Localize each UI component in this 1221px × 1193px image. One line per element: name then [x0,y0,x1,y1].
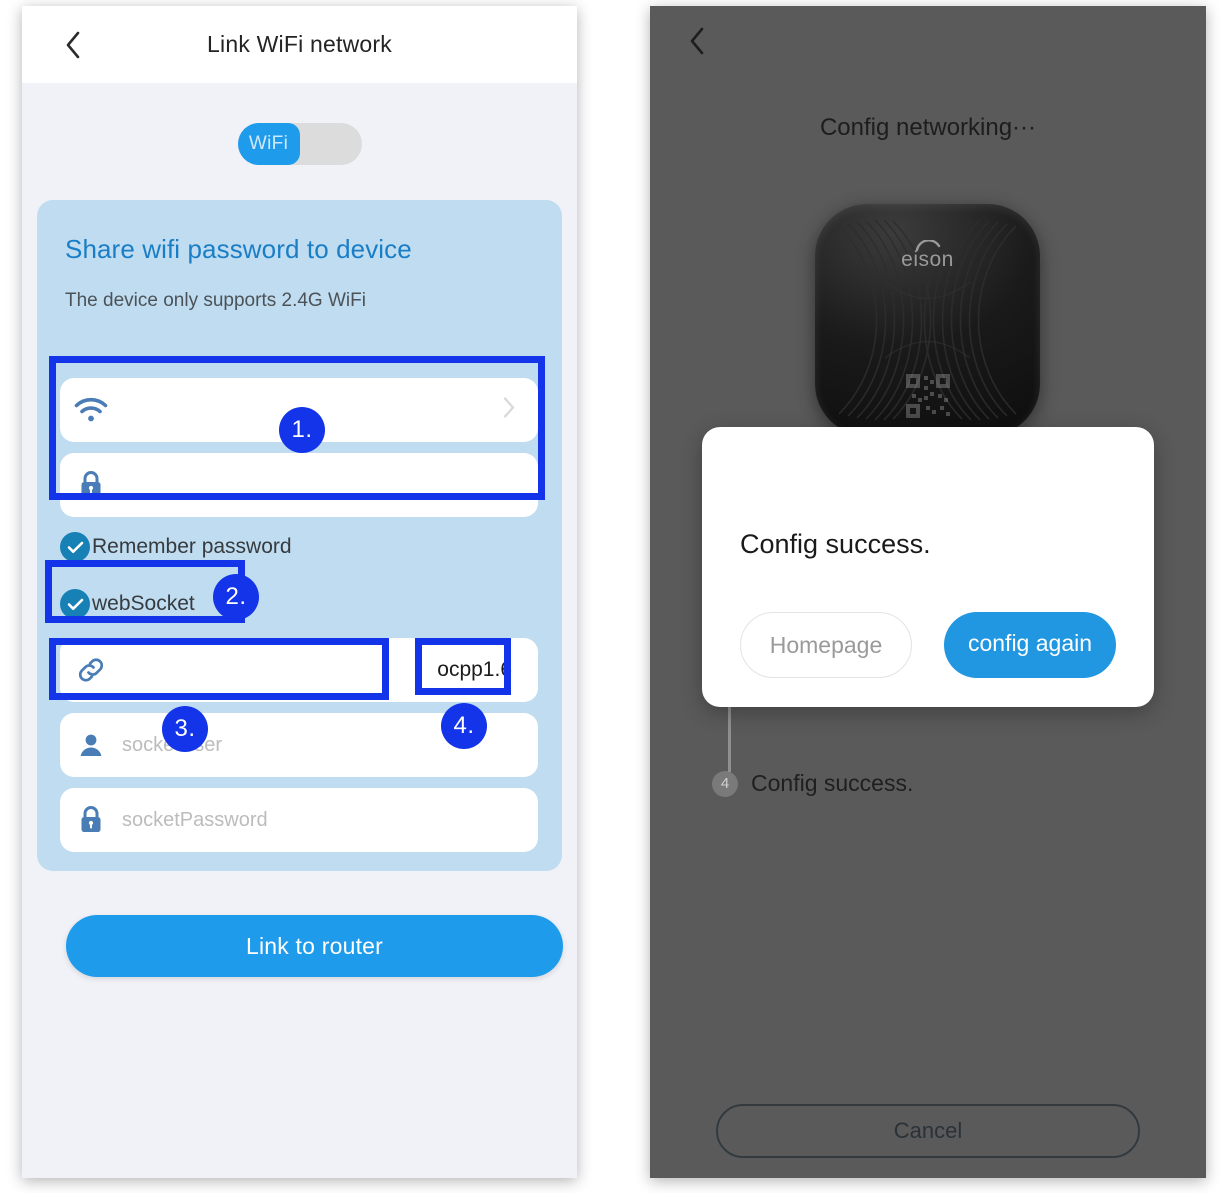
config-again-button[interactable]: config again [944,612,1116,678]
socket-password-field[interactable]: socketPassword [60,788,538,852]
wifi-password-field[interactable] [60,453,538,517]
dialog-title: Config success. [740,529,931,559]
websocket-label: webSocket [92,592,195,615]
annotation-badge-3: 3. [162,706,208,752]
cancel-button[interactable]: Cancel [716,1104,1140,1158]
device-brand-label: eison [901,248,954,271]
annotation-badge-1: 1. [279,407,325,453]
check-icon [60,532,90,562]
socket-password-placeholder: socketPassword [122,808,268,831]
check-icon [60,589,90,619]
dialog-actions: Homepage config again [740,612,1116,678]
share-wifi-card: Share wifi password to device The device… [37,200,562,871]
card-title: Share wifi password to device [65,234,412,264]
lock-icon [60,470,122,500]
status-step-number: 4 [712,770,738,797]
card-subtitle: The device only supports 2.4G WiFi [65,290,366,311]
chevron-right-icon [503,397,516,424]
user-icon [60,731,122,759]
annotation-badge-2: 2. [213,574,259,620]
qr-code-icon [905,374,950,418]
socket-protocol-value[interactable]: ocpp1.6 [437,658,512,682]
socket-url-field[interactable]: ocpp1.6 [60,638,538,702]
timeline-connector [728,700,731,772]
config-success-dialog: Config success. Homepage config again [702,427,1154,707]
remember-password-label: Remember password [92,535,292,558]
screenshot-stage: Link WiFi network WiFi Share wifi passwo… [0,0,1221,1193]
link-icon [60,655,122,685]
segment-other[interactable] [300,123,362,165]
annotation-badge-4: 4. [441,703,487,749]
left-phone-screen: Link WiFi network WiFi Share wifi passwo… [22,6,577,1178]
lock-icon [60,805,122,835]
back-button[interactable] [682,26,712,61]
websocket-checkbox[interactable]: webSocket [60,589,195,619]
left-navbar: Link WiFi network [22,6,577,83]
chevron-left-icon [64,30,82,60]
segment-wifi[interactable]: WiFi [237,123,300,165]
remember-password-checkbox[interactable]: Remember password [60,532,292,562]
wifi-icon [60,397,122,423]
chevron-left-icon [688,26,706,61]
network-type-segmented-control[interactable]: WiFi [22,123,577,165]
status-step-row: 4 Config success. [712,770,913,797]
device-image: eison [815,204,1040,436]
homepage-button[interactable]: Homepage [740,612,912,678]
segmented-track: WiFi [237,123,362,165]
config-status-title: Config networking··· [819,114,1037,141]
status-step-text: Config success. [751,770,914,796]
back-button[interactable] [58,30,88,60]
link-to-router-button[interactable]: Link to router [66,915,563,977]
page-title: Link WiFi network [207,31,392,57]
